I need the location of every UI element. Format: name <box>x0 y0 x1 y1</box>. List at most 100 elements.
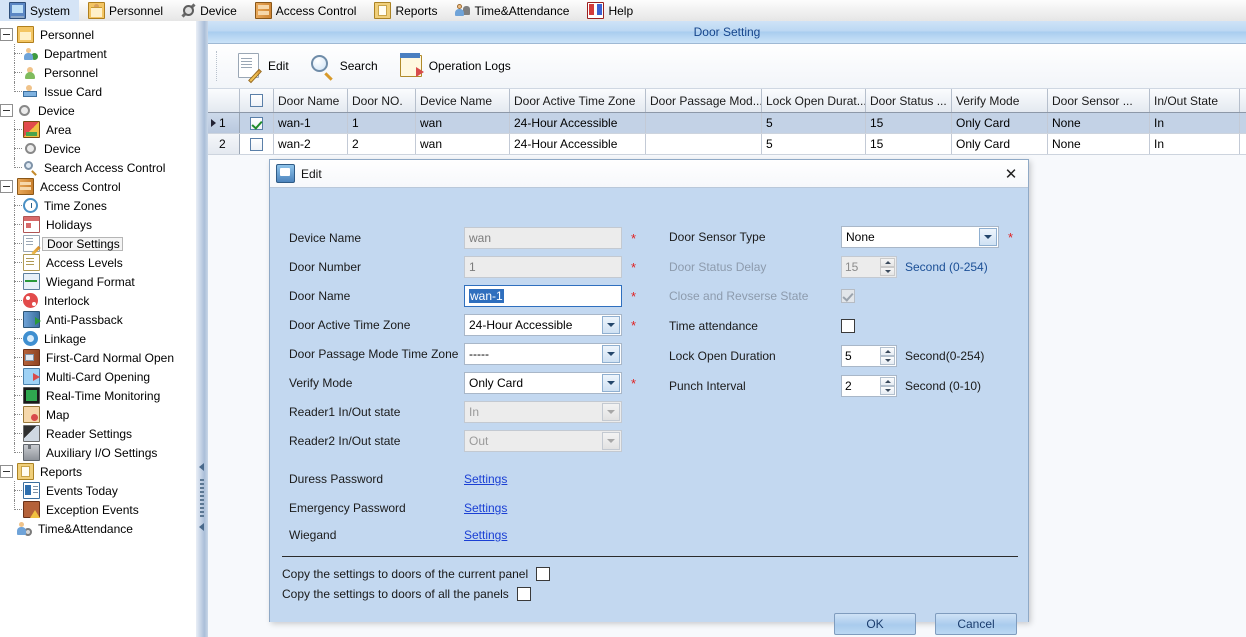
ok-button[interactable]: OK <box>834 613 916 635</box>
row-checkbox-cell[interactable] <box>240 134 274 154</box>
lock-open-duration-stepper[interactable]: 5 <box>841 345 897 367</box>
table-cell: In <box>1150 134 1240 154</box>
sidebar-item-issue-card[interactable]: Issue Card <box>0 82 196 101</box>
duress-password-settings-link[interactable]: Settings <box>464 472 507 486</box>
chevron-down-icon[interactable] <box>602 316 620 334</box>
collapse-arrow-icon[interactable] <box>199 523 204 531</box>
emergency-password-settings-link[interactable]: Settings <box>464 501 507 515</box>
edit-window-icon <box>276 164 295 183</box>
table-cell: wan-2 <box>274 134 348 154</box>
sidebar-item-reader-settings[interactable]: Reader Settings <box>0 424 196 443</box>
sidebar-item-holidays[interactable]: Holidays <box>0 215 196 234</box>
stepper-up-icon[interactable] <box>880 347 895 356</box>
table-header-door-passage-mod[interactable]: Door Passage Mod... <box>646 89 762 112</box>
row-checkbox-cell[interactable] <box>240 113 274 133</box>
tree-expander-icon[interactable] <box>0 28 13 41</box>
table-header-door-sensor[interactable]: Door Sensor ... <box>1048 89 1150 112</box>
table-header-verify-mode[interactable]: Verify Mode <box>952 89 1048 112</box>
table-header-lock-open-durat[interactable]: Lock Open Durat... <box>762 89 866 112</box>
close-icon[interactable]: ✕ <box>1000 164 1022 184</box>
stepper-down-icon[interactable] <box>880 356 895 365</box>
door-passage-mode-time-zone-select[interactable]: ----- <box>464 343 622 365</box>
required-marker: * <box>631 288 637 304</box>
menu-item-help[interactable]: Help <box>578 0 642 21</box>
sidebar-item-department[interactable]: Department <box>0 44 196 63</box>
row-checkbox[interactable] <box>250 116 263 130</box>
sidebar-item-time-attendance[interactable]: Time&Attendance <box>0 519 196 538</box>
sidebar-item-label: Real-Time Monitoring <box>46 388 161 403</box>
sidebar-item-personnel[interactable]: Personnel <box>0 63 196 82</box>
row-checkbox[interactable] <box>250 137 263 151</box>
row-index-cell[interactable]: 1 <box>208 113 240 133</box>
sidebar-item-first-card-normal-open[interactable]: First-Card Normal Open <box>0 348 196 367</box>
door-name-input[interactable]: wan-1 <box>464 285 622 307</box>
sidebar-item-interlock[interactable]: Interlock <box>0 291 196 310</box>
sidebar-item-device[interactable]: Device <box>0 101 196 120</box>
row-index-cell[interactable]: 2 <box>208 134 240 154</box>
menu-item-time-attendance[interactable]: Time&Attendance <box>446 0 578 21</box>
collapse-arrow-icon[interactable] <box>199 463 204 471</box>
table-header-door-active-time-zone[interactable]: Door Active Time Zone <box>510 89 646 112</box>
splitter-grip[interactable] <box>200 479 204 517</box>
tree-line <box>9 348 23 367</box>
copy-current-panel-checkbox[interactable] <box>536 567 551 581</box>
table-header-door-no[interactable]: Door NO. <box>348 89 416 112</box>
table-header-control[interactable] <box>240 89 274 112</box>
table-header-door-status[interactable]: Door Status ... <box>866 89 952 112</box>
menu-item-reports[interactable]: Reports <box>365 0 446 21</box>
sidebar-item-linkage[interactable]: Linkage <box>0 329 196 348</box>
sidebar-item-search-access-control[interactable]: Search Access Control <box>0 158 196 177</box>
door-sensor-type-select[interactable]: None <box>841 226 999 248</box>
wiegand-settings-link[interactable]: Settings <box>464 528 507 542</box>
sidebar-item-real-time-monitoring[interactable]: Real-Time Monitoring <box>0 386 196 405</box>
table-row[interactable]: 2 wan-2 2 wan 24-Hour Accessible 5 15 Only Card… <box>208 134 1246 155</box>
sidebar-item-multi-card-opening[interactable]: Multi-Card Opening <box>0 367 196 386</box>
sidebar-item-reports[interactable]: Reports <box>0 462 196 481</box>
stepper-down-icon[interactable] <box>880 386 895 395</box>
table-row[interactable]: 1 wan-1 1 wan 24-Hour Accessible 5 15 Only Card… <box>208 113 1246 134</box>
stepper-buttons[interactable] <box>880 347 895 365</box>
sidebar-item-anti-passback[interactable]: Anti-Passback <box>0 310 196 329</box>
sidebar-splitter[interactable] <box>196 21 208 637</box>
sidebar-item-time-zones[interactable]: Time Zones <box>0 196 196 215</box>
table-header-in-out-state[interactable]: In/Out State <box>1150 89 1240 112</box>
stepper-buttons[interactable] <box>880 377 895 395</box>
sidebar-item-access-levels[interactable]: Access Levels <box>0 253 196 272</box>
sidebar-item-access-control[interactable]: Access Control <box>0 177 196 196</box>
select-all-checkbox[interactable] <box>250 94 263 107</box>
operation-logs-button[interactable]: Operation Logs <box>390 49 519 83</box>
sidebar-item-door-settings[interactable]: Door Settings <box>0 234 196 253</box>
sidebar-item-wiegand-format[interactable]: Wiegand Format <box>0 272 196 291</box>
cancel-button[interactable]: Cancel <box>935 613 1017 635</box>
search-button[interactable]: Search <box>301 49 386 83</box>
sidebar-item-area[interactable]: Area <box>0 120 196 139</box>
verify-mode-select[interactable]: Only Card <box>464 372 622 394</box>
door-passage-mode-time-zone-label: Door Passage Mode Time Zone <box>289 347 459 361</box>
tree-expander-icon[interactable] <box>0 180 13 193</box>
punch-interval-stepper[interactable]: 2 <box>841 375 897 397</box>
tree-expander-icon[interactable] <box>0 104 13 117</box>
time-attendance-checkbox[interactable] <box>841 319 855 333</box>
sidebar-item-device[interactable]: Device <box>0 139 196 158</box>
chevron-down-icon[interactable] <box>602 374 620 392</box>
door-active-time-zone-value: 24-Hour Accessible <box>469 318 573 332</box>
chevron-down-icon[interactable] <box>602 345 620 363</box>
menu-item-system[interactable]: System <box>0 0 80 21</box>
sidebar-item-auxiliary-i-o-settings[interactable]: Auxiliary I/O Settings <box>0 443 196 462</box>
sidebar-item-personnel[interactable]: Personnel <box>0 25 196 44</box>
menu-item-personnel[interactable]: Personnel <box>79 0 172 21</box>
sidebar-item-exception-events[interactable]: Exception Events <box>0 500 196 519</box>
sidebar-item-map[interactable]: Map <box>0 405 196 424</box>
table-header-door-name[interactable]: Door Name <box>274 89 348 112</box>
edit-button[interactable]: Edit <box>229 49 297 84</box>
menu-item-access-control[interactable]: Access Control <box>246 0 366 21</box>
door-active-time-zone-select[interactable]: 24-Hour Accessible <box>464 314 622 336</box>
menu-item-device[interactable]: Device <box>172 0 246 21</box>
tree-expander-icon[interactable] <box>0 465 13 478</box>
copy-all-panels-checkbox[interactable] <box>516 587 531 601</box>
table-header-device-name[interactable]: Device Name <box>416 89 510 112</box>
table-header-control[interactable] <box>208 89 240 112</box>
sidebar-item-events-today[interactable]: Events Today <box>0 481 196 500</box>
chevron-down-icon[interactable] <box>979 228 997 246</box>
stepper-up-icon[interactable] <box>880 377 895 386</box>
